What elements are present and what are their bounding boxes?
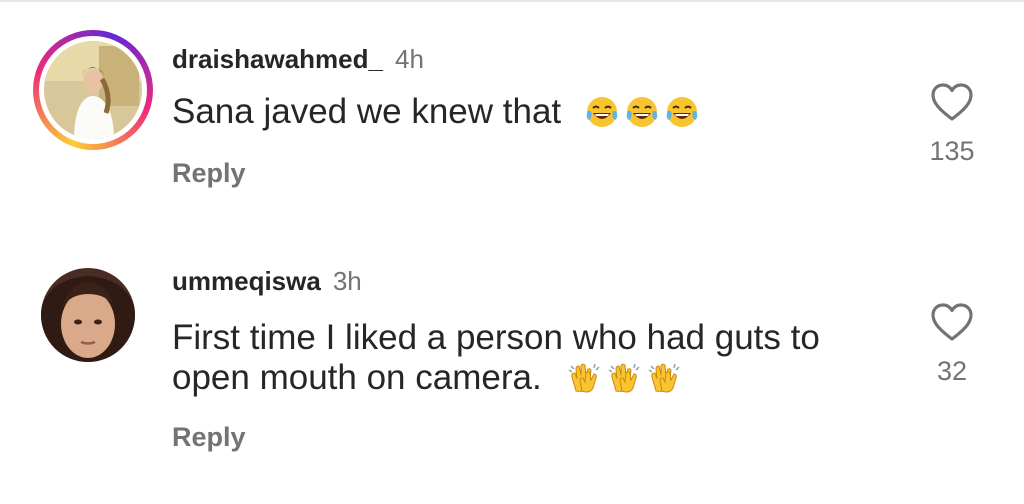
comment-text-line-2-content: open mouth on camera.: [172, 358, 542, 397]
comment-text-line-1: First time I liked a person who had guts…: [172, 318, 820, 357]
tears-of-joy-emoji-icon: [666, 97, 698, 127]
comment-text: Sana javed we knew that: [172, 92, 699, 132]
comment-header: draishawahmed_ 4h: [172, 44, 424, 74]
clapping-hands-emoji-icon: [568, 363, 600, 393]
avatar: [44, 41, 142, 139]
tears-of-joy-emoji-icon: [626, 97, 658, 127]
reply-button[interactable]: Reply: [172, 158, 246, 189]
username[interactable]: draishawahmed_: [172, 44, 383, 74]
avatar-story-ring[interactable]: [33, 30, 153, 150]
like-column: 32: [920, 302, 984, 387]
username[interactable]: ummeqiswa: [172, 266, 321, 296]
reply-button[interactable]: Reply: [172, 422, 246, 453]
comment-text-content: Sana javed we knew that: [172, 92, 562, 131]
heart-icon[interactable]: [930, 82, 974, 122]
comment-item: draishawahmed_ 4h Sana javed we knew that: [0, 30, 1024, 230]
comment-item: ummeqiswa 3h First time I liked a person …: [0, 262, 1024, 482]
like-count: 135: [929, 136, 975, 166]
timestamp: 3h: [332, 266, 362, 296]
avatar[interactable]: [41, 268, 135, 362]
clapping-hands-emoji-icon: [648, 363, 680, 393]
clapping-hands-emoji-icon: [608, 363, 640, 393]
tears-of-joy-emoji-icon: [586, 97, 618, 127]
like-column: 135: [920, 82, 984, 167]
heart-icon[interactable]: [930, 302, 974, 342]
comment-text-line-2: open mouth on camera.: [172, 358, 820, 398]
comment-text: First time I liked a person who had guts…: [172, 318, 820, 398]
top-divider: [0, 0, 1024, 2]
comment-header: ummeqiswa 3h: [172, 266, 362, 296]
timestamp: 4h: [394, 44, 424, 74]
like-count: 32: [936, 356, 968, 386]
